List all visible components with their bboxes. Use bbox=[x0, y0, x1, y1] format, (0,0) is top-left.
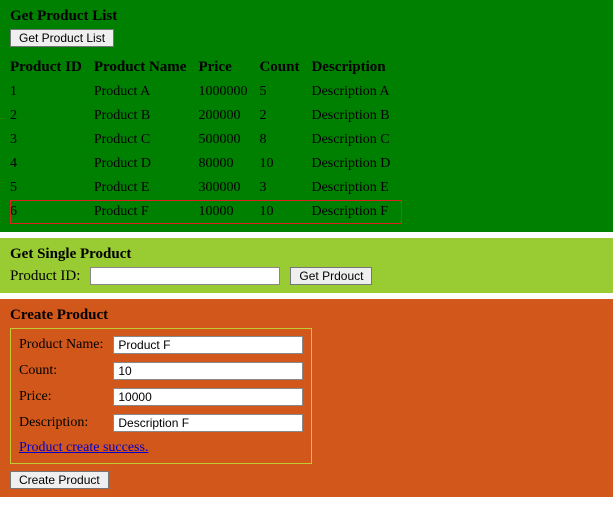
col-header-count: Count bbox=[259, 55, 311, 80]
get-product-list-title: Get Product List bbox=[10, 8, 603, 25]
table-row[interactable]: 5Product E3000003Description E bbox=[10, 176, 402, 200]
get-single-product-title: Get Single Product bbox=[10, 246, 603, 263]
product-description-input[interactable] bbox=[113, 414, 303, 432]
cell-price: 500000 bbox=[198, 128, 259, 152]
col-header-id: Product ID bbox=[10, 55, 94, 80]
cell-id: 6 bbox=[10, 200, 94, 224]
cell-price: 200000 bbox=[198, 104, 259, 128]
product-price-input[interactable] bbox=[113, 388, 303, 406]
product-count-input[interactable] bbox=[113, 362, 303, 380]
cell-id: 5 bbox=[10, 176, 94, 200]
col-header-price: Price bbox=[198, 55, 259, 80]
product-id-label: Product ID: bbox=[10, 268, 80, 284]
get-single-product-panel: Get Single Product Product ID: Get Prdou… bbox=[0, 238, 613, 293]
cell-price: 1000000 bbox=[198, 80, 259, 104]
cell-count: 8 bbox=[259, 128, 311, 152]
cell-name: Product C bbox=[94, 128, 199, 152]
get-product-list-panel: Get Product List Get Product List Produc… bbox=[0, 0, 613, 232]
table-row[interactable]: 3Product C5000008Description C bbox=[10, 128, 402, 152]
create-product-button[interactable]: Create Product bbox=[10, 471, 109, 489]
cell-desc: Description B bbox=[311, 104, 402, 128]
cell-desc: Description F bbox=[311, 200, 402, 224]
product-name-input[interactable] bbox=[113, 336, 303, 354]
product-name-label: Product Name: bbox=[15, 333, 107, 357]
cell-count: 5 bbox=[259, 80, 311, 104]
cell-desc: Description A bbox=[311, 80, 402, 104]
cell-id: 4 bbox=[10, 152, 94, 176]
cell-name: Product B bbox=[94, 104, 199, 128]
cell-count: 10 bbox=[259, 200, 311, 224]
cell-name: Product A bbox=[94, 80, 199, 104]
get-product-list-button[interactable]: Get Product List bbox=[10, 29, 114, 47]
cell-price: 80000 bbox=[198, 152, 259, 176]
col-header-desc: Description bbox=[311, 55, 402, 80]
cell-id: 3 bbox=[10, 128, 94, 152]
product-table: Product ID Product Name Price Count Desc… bbox=[10, 55, 402, 224]
cell-name: Product F bbox=[94, 200, 199, 224]
cell-price: 10000 bbox=[198, 200, 259, 224]
col-header-name: Product Name bbox=[94, 55, 199, 80]
cell-count: 3 bbox=[259, 176, 311, 200]
cell-desc: Description D bbox=[311, 152, 402, 176]
create-status-message[interactable]: Product create success. bbox=[19, 440, 148, 455]
cell-name: Product D bbox=[94, 152, 199, 176]
create-product-panel: Create Product Product Name: Count: Pric… bbox=[0, 299, 613, 497]
product-count-label: Count: bbox=[15, 359, 107, 383]
cell-name: Product E bbox=[94, 176, 199, 200]
product-description-label: Description: bbox=[15, 411, 107, 435]
cell-count: 10 bbox=[259, 152, 311, 176]
cell-count: 2 bbox=[259, 104, 311, 128]
product-table-header-row: Product ID Product Name Price Count Desc… bbox=[10, 55, 402, 80]
cell-id: 2 bbox=[10, 104, 94, 128]
cell-price: 300000 bbox=[198, 176, 259, 200]
create-product-title: Create Product bbox=[10, 307, 603, 324]
cell-desc: Description C bbox=[311, 128, 402, 152]
cell-id: 1 bbox=[10, 80, 94, 104]
table-row[interactable]: 2Product B2000002Description B bbox=[10, 104, 402, 128]
table-row[interactable]: 4Product D8000010Description D bbox=[10, 152, 402, 176]
product-id-input[interactable] bbox=[90, 267, 280, 285]
get-single-product-button[interactable]: Get Prdouct bbox=[290, 267, 372, 285]
cell-desc: Description E bbox=[311, 176, 402, 200]
product-price-label: Price: bbox=[15, 385, 107, 409]
create-product-form: Product Name: Count: Price: Description:… bbox=[10, 328, 312, 464]
table-row[interactable]: 6Product F1000010Description F bbox=[10, 200, 402, 224]
table-row[interactable]: 1Product A10000005Description A bbox=[10, 80, 402, 104]
